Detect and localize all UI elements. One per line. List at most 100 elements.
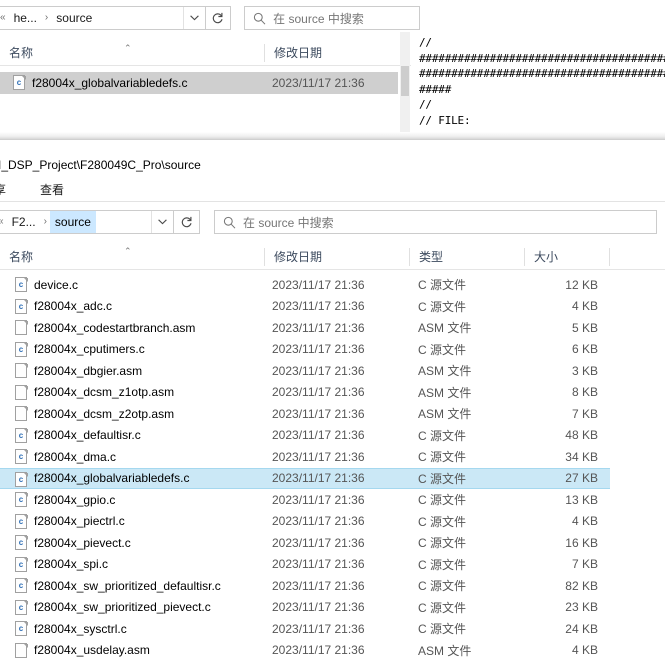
file-type-cell: C 源文件 (418, 514, 467, 529)
file-date-cell: 2023/11/17 21:36 (272, 471, 365, 486)
folder-path-text: I_DSP_Project\F280049C_Pro\source (0, 158, 201, 172)
top-column-header-name[interactable]: 名称 (0, 40, 33, 66)
chevron-right-icon: › (43, 216, 47, 227)
table-row[interactable]: c f28004x_spi.c 2023/11/17 21:36 C 源文件 7 KB (0, 554, 610, 576)
column-header-type[interactable]: 类型 (410, 244, 443, 270)
top-file-list: c f28004x_globalvariabledefs.c 2023/11/1… (0, 72, 398, 94)
file-type-cell: C 源文件 (418, 299, 467, 314)
breadcrumb-overflow-icon[interactable]: « (0, 7, 9, 29)
file-name-cell: device.c (34, 277, 79, 292)
table-row[interactable]: c f28004x_sysctrl.c 2023/11/17 21:36 C 源文件 2… (0, 618, 610, 640)
c-source-file-icon: c (15, 471, 29, 488)
table-row[interactable]: c f28004x_sw_prioritized_pievect.c 2023/11… (0, 597, 610, 619)
asm-file-icon (15, 406, 29, 422)
code-editor-pane[interactable]: // #####################################… (411, 32, 665, 140)
file-type-cell: C 源文件 (418, 600, 467, 615)
table-row[interactable]: f28004x_dbgier.asm 2023/11/17 21:36 ASM 文件… (0, 360, 610, 382)
table-row[interactable]: f28004x_usdelay.asm 2023/11/17 21:36 ASM 文… (0, 640, 610, 662)
file-type-cell: C 源文件 (418, 536, 467, 551)
file-name-cell: f28004x_piectrl.c (34, 514, 125, 529)
asm-file-icon (15, 363, 29, 379)
file-name-cell: f28004x_adc.c (34, 299, 113, 314)
bottom-search-box[interactable]: 在 source 中搜索 (214, 210, 657, 234)
table-row[interactable]: c f28004x_globalvariabledefs.c 2023/11/17 … (0, 467, 610, 489)
table-row[interactable]: c f28004x_gpio.c 2023/11/17 21:36 C 源文件 13 K… (0, 489, 610, 511)
table-row[interactable]: c f28004x_sw_prioritized_defaultisr.c 2023… (0, 575, 610, 597)
file-date-cell: 2023/11/17 21:36 (272, 342, 365, 357)
breadcrumb-item-source[interactable]: source (51, 7, 97, 29)
file-name-cell: f28004x_sw_prioritized_pievect.c (34, 600, 211, 615)
search-icon (223, 216, 236, 229)
table-row[interactable]: c f28004x_dma.c 2023/11/17 21:36 C 源文件 34 KB (0, 446, 610, 468)
column-divider[interactable] (609, 248, 610, 266)
c-source-file-icon: c (15, 298, 29, 315)
file-name-cell: f28004x_usdelay.asm (34, 643, 150, 658)
file-type-cell: C 源文件 (418, 471, 467, 486)
breadcrumb-item-source[interactable]: source (49, 211, 96, 233)
c-source-file-icon: c (15, 599, 29, 616)
file-size-cell: 16 KB (565, 535, 598, 550)
file-size-cell: 3 KB (571, 363, 598, 378)
top-explorer-window: « he... › source 在 source 中搜索 名称 ⌃ 修改日期 … (0, 0, 420, 140)
file-size-cell: 12 KB (565, 277, 598, 292)
top-breadcrumb-bar[interactable]: « he... › source (0, 6, 206, 30)
table-row[interactable]: c f28004x_pievect.c 2023/11/17 21:36 C 源文件 1… (0, 532, 610, 554)
column-header-name[interactable]: 名称 (0, 244, 33, 270)
chevron-down-icon[interactable] (151, 211, 173, 233)
file-size-cell: 4 KB (571, 514, 598, 529)
table-row[interactable]: c device.c 2023/11/17 21:36 C 源文件 12 KB (0, 274, 610, 296)
tab-share[interactable]: 享 (0, 181, 6, 198)
file-name-cell: f28004x_dcsm_z1otp.asm (34, 385, 175, 400)
sort-ascending-caret-icon: ⌃ (124, 43, 132, 53)
file-date-cell: 2023/11/17 21:36 (272, 406, 365, 421)
file-name-cell: f28004x_dcsm_z2otp.asm (34, 406, 175, 421)
bottom-refresh-button[interactable] (174, 210, 200, 234)
file-type-cell: ASM 文件 (418, 385, 472, 400)
file-size-cell: 23 KB (565, 600, 598, 615)
breadcrumb-item-parent[interactable]: F2... (7, 211, 41, 233)
file-size-cell: 4 KB (571, 643, 598, 658)
column-header-date[interactable]: 修改日期 (265, 244, 322, 270)
file-date-cell: 2023/11/17 21:36 (272, 514, 365, 529)
file-date-cell: 2023/11/17 21:36 (272, 299, 365, 314)
code-line: // (419, 98, 432, 111)
c-source-file-icon: c (15, 621, 29, 637)
table-row[interactable]: f28004x_codestartbranch.asm 2023/11/17 21… (0, 317, 610, 339)
c-source-file-icon: c (15, 449, 29, 465)
breadcrumb-item-parent[interactable]: he... (9, 7, 42, 29)
code-line: // (419, 36, 432, 49)
file-size-cell: 34 KB (565, 449, 598, 464)
file-size-cell: 48 KB (565, 428, 598, 443)
file-name-cell: f28004x_pievect.c (34, 535, 131, 550)
table-row[interactable]: f28004x_dcsm_z1otp.asm 2023/11/17 21:36 AS… (0, 382, 610, 404)
chevron-down-icon[interactable] (182, 7, 205, 29)
file-size-cell: 27 KB (565, 471, 598, 486)
scrollbar-thumb[interactable] (401, 66, 409, 96)
table-row[interactable]: c f28004x_piectrl.c 2023/11/17 21:36 C 源文件 4… (0, 511, 610, 533)
tab-view[interactable]: 查看 (40, 181, 64, 198)
bottom-search-placeholder: 在 source 中搜索 (243, 215, 334, 230)
code-line: ######################################## (419, 51, 665, 65)
code-pane-vertical-scrollbar[interactable] (400, 32, 410, 140)
file-size-cell: 6 KB (571, 342, 598, 357)
file-size-cell: 8 KB (571, 385, 598, 400)
table-row[interactable]: c f28004x_defaultisr.c 2023/11/17 21:36 C 源… (0, 425, 610, 447)
table-row[interactable]: f28004x_dcsm_z2otp.asm 2023/11/17 21:36 AS… (0, 403, 610, 425)
file-date-cell: 2023/11/17 21:36 (272, 277, 365, 292)
file-date-cell: 2023/11/17 21:36 (272, 449, 365, 464)
bottom-breadcrumb-bar[interactable]: « F2... › source (0, 210, 174, 234)
table-row[interactable]: c f28004x_cputimers.c 2023/11/17 21:36 C 源文… (0, 339, 610, 361)
top-search-placeholder: 在 source 中搜索 (273, 11, 364, 26)
code-line: // FILE: (419, 113, 471, 127)
file-date-cell: 2023/11/17 21:36 (272, 600, 365, 615)
table-row[interactable]: c f28004x_adc.c 2023/11/17 21:36 C 源文件 4 KB (0, 296, 610, 318)
top-refresh-button[interactable] (205, 6, 232, 30)
file-size-cell: 5 KB (571, 320, 598, 335)
file-size-cell: 7 KB (571, 557, 598, 572)
column-header-size[interactable]: 大小 (525, 244, 558, 270)
top-search-box[interactable]: 在 source 中搜索 (244, 6, 420, 30)
top-column-header-date[interactable]: 修改日期 (265, 40, 322, 66)
table-row[interactable]: c f28004x_globalvariabledefs.c 2023/11/1… (0, 72, 398, 94)
file-date-cell: 2023/11/17 21:36 (272, 643, 365, 658)
file-type-cell: ASM 文件 (418, 643, 472, 658)
